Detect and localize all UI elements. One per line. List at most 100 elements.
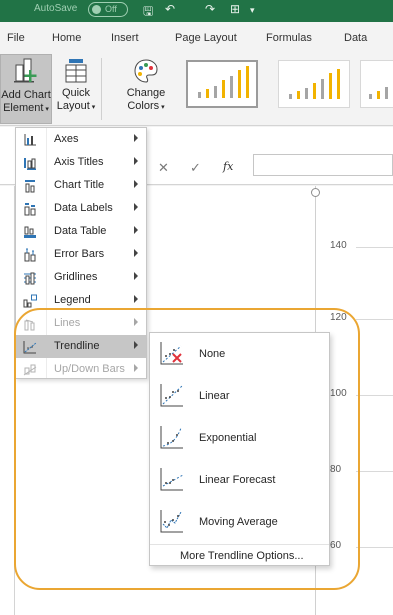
menu-item-axis-titles[interactable]: Axis Titles	[16, 151, 146, 174]
data-labels-icon	[24, 203, 36, 216]
trendline-option-label: Moving Average	[199, 516, 278, 528]
submenu-arrow-icon	[134, 272, 138, 280]
trendline-option-label: Linear	[199, 390, 230, 402]
menu-item-label: Lines	[54, 317, 81, 329]
axis-titles-icon	[24, 158, 36, 170]
menu-item-axes[interactable]: Axes	[16, 128, 146, 151]
y-axis-tick-label: 60	[330, 540, 342, 551]
up-down-bars-icon	[23, 364, 37, 376]
autosave-toggle[interactable]: Off	[88, 2, 128, 17]
tab-insert[interactable]: Insert	[111, 32, 139, 44]
submenu-arrow-icon	[134, 226, 138, 234]
change-colors-label-2: Colors	[127, 100, 160, 112]
gridline	[356, 471, 393, 472]
lines-icon	[24, 319, 35, 331]
redo-icon[interactable]: ↷	[205, 2, 215, 16]
menu-item-label: Chart Title	[54, 179, 105, 191]
add-chart-label-1: Add Chart	[1, 89, 51, 101]
y-axis-tick-label: 120	[330, 312, 347, 323]
menu-item-label: Data Labels	[54, 202, 113, 214]
trendline-option-none[interactable]: None	[150, 333, 329, 375]
ribbon-divider	[101, 58, 102, 120]
menu-item-up-down-bars: Up/Down Bars	[16, 358, 146, 381]
menu-item-label: Legend	[54, 294, 91, 306]
gridline	[356, 247, 393, 248]
enter-icon[interactable]: ✓	[190, 160, 201, 176]
submenu-arrow-icon	[134, 157, 138, 165]
tab-data[interactable]: Data	[344, 32, 367, 44]
trendline-submenu: None Linear Exponential Linear Forecast	[149, 332, 330, 566]
trendline-option-label: Exponential	[199, 432, 257, 444]
chart-style-thumbnail-2[interactable]	[278, 60, 350, 108]
y-axis-tick-label: 140	[330, 240, 347, 251]
title-bar: AutoSave Off 🖫 ↶ ↷ ⊞ ▾	[0, 0, 393, 22]
chart-style-thumbnail-1[interactable]	[186, 60, 258, 108]
trendline-option-moving-average[interactable]: Moving Average	[150, 501, 329, 543]
menu-item-lines: Lines	[16, 312, 146, 335]
ribbon: Add Chart Element ▾ Quick Layout ▾ Chang…	[0, 54, 393, 126]
trendline-option-label: Linear Forecast	[199, 474, 276, 486]
undo-icon[interactable]: ↶	[165, 2, 175, 16]
submenu-arrow-icon	[134, 180, 138, 188]
ribbon-tabs: File Home Insert Page Layout Formulas Da…	[0, 22, 393, 54]
cancel-icon[interactable]: ✕	[158, 160, 169, 176]
quick-layout-label-2: Layout	[56, 100, 90, 112]
trendline-option-exponential[interactable]: Exponential	[150, 417, 329, 459]
tab-formulas[interactable]: Formulas	[266, 32, 312, 44]
insert-function-icon[interactable]: fx	[223, 160, 233, 173]
chart-resize-handle[interactable]	[311, 188, 320, 197]
qat-dropdown-icon[interactable]: ▾	[250, 5, 255, 16]
trendline-linear-icon	[160, 384, 183, 407]
submenu-arrow-icon	[134, 341, 138, 349]
chart-style-thumbnail-3[interactable]	[360, 60, 393, 108]
quick-layout-button[interactable]: Quick Layout ▾	[55, 54, 97, 114]
menu-item-label: Axis Titles	[54, 156, 104, 168]
axes-icon	[24, 134, 36, 146]
gridline	[356, 547, 393, 548]
gridline	[356, 395, 393, 396]
add-chart-element-button[interactable]: Add Chart Element ▾	[0, 54, 52, 124]
menu-item-chart-title[interactable]: Chart Title	[16, 174, 146, 197]
menu-item-label: Axes	[54, 133, 79, 145]
change-colors-button[interactable]: Change Colors ▾	[110, 54, 182, 114]
trendline-option-linear[interactable]: Linear	[150, 375, 329, 417]
tab-page-layout[interactable]: Page Layout	[175, 32, 237, 44]
add-chart-label-2: Element	[3, 102, 44, 114]
menu-item-gridlines[interactable]: Gridlines	[16, 266, 146, 289]
trendline-option-linear-forecast[interactable]: Linear Forecast	[150, 459, 329, 501]
submenu-arrow-icon	[134, 295, 138, 303]
menu-item-error-bars[interactable]: Error Bars	[16, 243, 146, 266]
save-icon[interactable]: 🖫	[143, 2, 153, 23]
menu-item-label: Error Bars	[54, 248, 105, 260]
submenu-arrow-icon	[134, 318, 138, 326]
tab-home[interactable]: Home	[52, 32, 81, 44]
menu-item-data-labels[interactable]: Data Labels	[16, 197, 146, 220]
menu-item-trendline[interactable]: Trendline	[16, 335, 146, 358]
menu-item-label: Trendline	[54, 340, 100, 352]
submenu-arrow-icon	[134, 203, 138, 211]
menu-item-legend[interactable]: Legend	[16, 289, 146, 312]
y-axis-tick-label: 100	[330, 388, 347, 399]
menu-item-label: Data Table	[54, 225, 107, 237]
formula-input[interactable]	[253, 154, 393, 176]
add-chart-element-menu: Axes Axis Titles Chart Title Data Labels…	[15, 127, 147, 379]
submenu-arrow-icon	[134, 249, 138, 257]
gridlines-icon	[24, 272, 36, 285]
trendline-option-label: None	[199, 348, 226, 360]
error-bars-icon	[24, 248, 36, 262]
trendline-moving-average-icon	[160, 510, 183, 533]
trendline-exponential-icon	[160, 426, 183, 449]
more-trendline-options-label: More Trendline Options...	[180, 550, 304, 562]
trendline-linear-forecast-icon	[160, 468, 184, 491]
legend-icon	[23, 294, 37, 308]
dropdown-caret-icon: ▾	[43, 106, 49, 113]
dropdown-caret-icon: ▾	[159, 104, 165, 111]
more-trendline-options[interactable]: More Trendline Options...	[150, 544, 329, 564]
menu-item-label: Up/Down Bars	[54, 363, 125, 375]
tab-file[interactable]: File	[7, 32, 25, 44]
quick-layout-label-1: Quick	[61, 87, 91, 99]
autosave-label: AutoSave	[34, 3, 78, 14]
menu-item-data-table[interactable]: Data Table	[16, 220, 146, 243]
quick-layout-icon	[65, 59, 87, 83]
customize-qat-icon[interactable]: ⊞	[230, 2, 240, 16]
